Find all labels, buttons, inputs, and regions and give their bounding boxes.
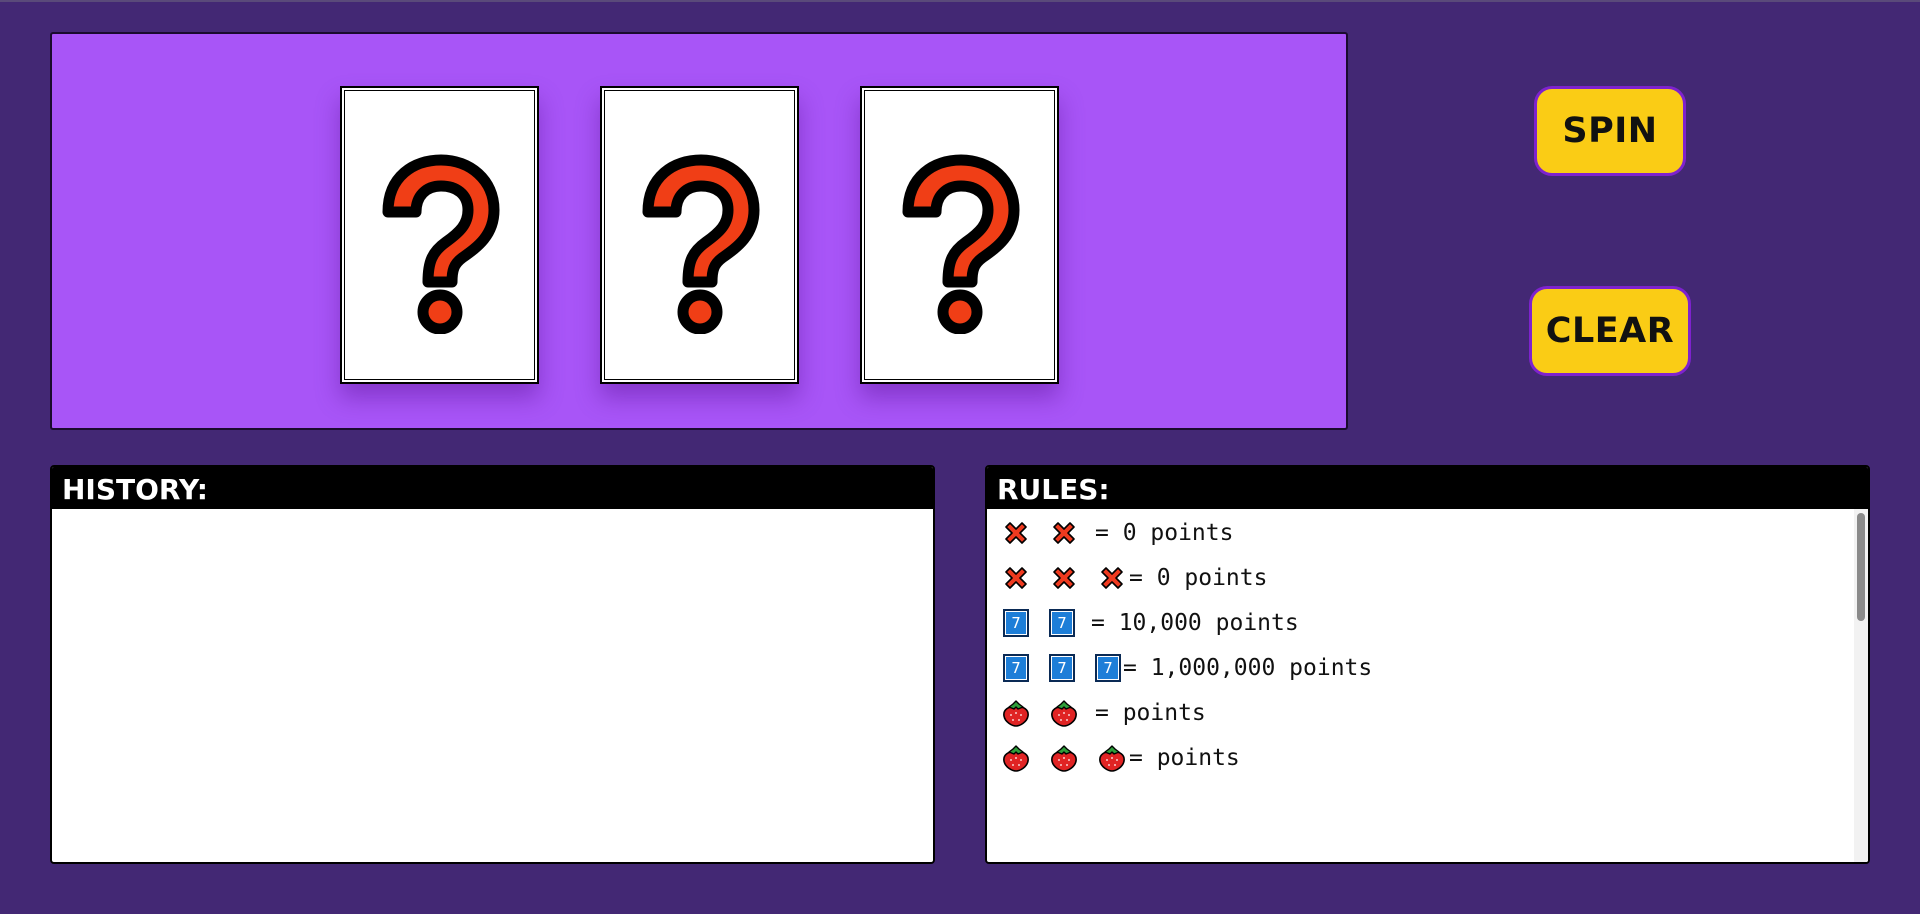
rules-list[interactable]: = 0 points = 0 points 7 7 = 10,000 points 7 7 7… xyxy=(987,509,1868,862)
window-top-border xyxy=(0,0,1920,2)
strawberry-icon xyxy=(1049,743,1079,773)
history-title: HISTORY: xyxy=(52,467,933,509)
cross-icon xyxy=(1001,563,1031,593)
clear-button[interactable]: CLEAR xyxy=(1529,286,1691,376)
rule-text: = 0 points xyxy=(1129,565,1268,591)
reel-1 xyxy=(340,86,539,384)
seven-icon: 7 xyxy=(1003,609,1029,637)
history-panel: HISTORY: xyxy=(50,465,935,864)
cross-icon xyxy=(1097,563,1127,593)
rule-text: = 0 points xyxy=(1095,520,1234,546)
question-mark-icon xyxy=(642,154,760,334)
rules-panel: RULES: = 0 points = 0 points 7 7 = 10,000 po… xyxy=(985,465,1870,864)
rules-scrollbar[interactable] xyxy=(1854,509,1868,862)
rule-text: = 10,000 points xyxy=(1091,610,1299,636)
seven-icon: 7 xyxy=(1003,654,1029,682)
cross-icon xyxy=(1001,518,1031,548)
reel-3 xyxy=(860,86,1059,384)
reel-2 xyxy=(600,86,799,384)
rule-row: = 0 points xyxy=(1001,513,1233,553)
rule-row: = points xyxy=(1001,738,1240,778)
rule-row: 7 7 = 10,000 points xyxy=(1001,603,1299,643)
rule-text: = points xyxy=(1095,700,1206,726)
question-mark-icon xyxy=(902,154,1020,334)
rule-row: = 0 points xyxy=(1001,558,1267,598)
seven-icon: 7 xyxy=(1049,654,1075,682)
question-mark-icon xyxy=(382,154,500,334)
reel-panel xyxy=(50,32,1348,430)
spin-button[interactable]: SPIN xyxy=(1534,86,1686,176)
rules-scrollbar-thumb[interactable] xyxy=(1857,513,1865,621)
seven-icon: 7 xyxy=(1095,654,1121,682)
strawberry-icon xyxy=(1001,743,1031,773)
strawberry-icon xyxy=(1049,698,1079,728)
rule-row: = points xyxy=(1001,693,1206,733)
rule-text: = 1,000,000 points xyxy=(1123,655,1373,681)
rule-row: 7 7 7 = 1,000,000 points xyxy=(1001,648,1372,688)
rules-title: RULES: xyxy=(987,467,1868,509)
rule-text: = points xyxy=(1129,745,1240,771)
strawberry-icon xyxy=(1001,698,1031,728)
seven-icon: 7 xyxy=(1049,609,1075,637)
strawberry-icon xyxy=(1097,743,1127,773)
cross-icon xyxy=(1049,518,1079,548)
cross-icon xyxy=(1049,563,1079,593)
